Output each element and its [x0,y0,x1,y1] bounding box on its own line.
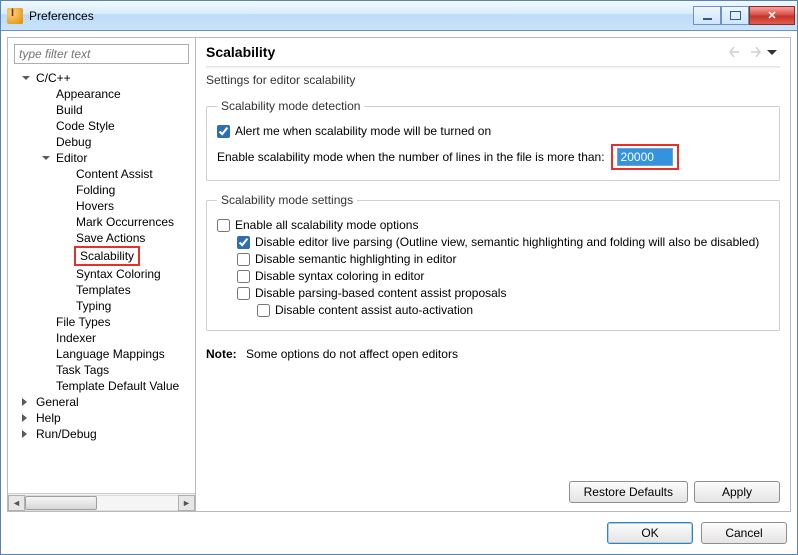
detection-legend: Scalability mode detection [217,99,364,113]
forward-icon[interactable] [746,44,762,60]
threshold-input[interactable] [617,148,673,166]
tree-item-mark-occurrences[interactable]: Mark Occurrences [12,214,195,230]
tree-item-language-mappings[interactable]: Language Mappings [12,346,195,362]
filter-container [14,44,189,64]
sidebar: C/C++AppearanceBuildCode StyleDebugEdito… [8,38,196,511]
disable-syntax-row: Disable syntax coloring in editor [217,269,769,283]
scroll-right-icon[interactable]: ► [178,495,195,511]
disable-autoact-row: Disable content assist auto-activation [217,303,769,317]
tree-item-save-actions[interactable]: Save Actions [12,230,195,246]
tree-hscrollbar[interactable]: ◄ ► [8,493,195,511]
alert-checkbox[interactable] [217,125,230,138]
tree-item-indexer[interactable]: Indexer [12,330,195,346]
tree-item-code-style[interactable]: Code Style [12,118,195,134]
tree-item-c-c-[interactable]: C/C++ [12,70,195,86]
settings-group: Scalability mode settings Enable all sca… [206,193,780,331]
minimize-button[interactable] [693,6,721,25]
window-buttons [693,6,795,25]
disable-sem-row: Disable semantic highlighting in editor [217,252,769,266]
threshold-row: Enable scalability mode when the number … [217,144,769,170]
disable-live-row: Disable editor live parsing (Outline vie… [217,235,769,249]
disable-live-label: Disable editor live parsing (Outline vie… [255,235,759,249]
page-header: Scalability [206,42,780,66]
alert-label: Alert me when scalability mode will be t… [235,124,491,138]
disable-parsing-checkbox[interactable] [237,287,250,300]
dialog-button-row: OK Cancel [7,512,791,548]
tree-item-typing[interactable]: Typing [12,298,195,314]
scroll-left-icon[interactable]: ◄ [8,495,25,511]
page-button-row: Restore Defaults Apply [206,467,780,503]
enable-all-label: Enable all scalability mode options [235,218,418,232]
ok-button[interactable]: OK [607,522,693,544]
tree-item-template-default-value[interactable]: Template Default Value [12,378,195,394]
maximize-button[interactable] [721,6,749,25]
close-button[interactable] [749,6,795,25]
enable-all-row: Enable all scalability mode options [217,218,769,232]
disable-autoact-label: Disable content assist auto-activation [275,303,473,317]
back-icon[interactable] [728,44,744,60]
tree-item-appearance[interactable]: Appearance [12,86,195,102]
apply-button[interactable]: Apply [694,481,780,503]
cancel-button[interactable]: Cancel [701,522,787,544]
alert-row: Alert me when scalability mode will be t… [217,124,769,138]
dialog-body: C/C++AppearanceBuildCode StyleDebugEdito… [1,31,797,554]
tree-item-debug[interactable]: Debug [12,134,195,150]
scroll-thumb[interactable] [25,496,97,510]
disable-syntax-label: Disable syntax coloring in editor [255,269,424,283]
tree-item-file-types[interactable]: File Types [12,314,195,330]
header-divider [206,66,780,69]
threshold-label: Enable scalability mode when the number … [217,150,605,164]
disable-parsing-row: Disable parsing-based content assist pro… [217,286,769,300]
titlebar: Preferences [1,1,797,31]
tree-item-scalability[interactable]: Scalability [12,246,195,266]
tree-item-folding[interactable]: Folding [12,182,195,198]
tree-item-hovers[interactable]: Hovers [12,198,195,214]
preferences-tree[interactable]: C/C++AppearanceBuildCode StyleDebugEdito… [8,68,195,493]
tree-item-build[interactable]: Build [12,102,195,118]
disable-sem-label: Disable semantic highlighting in editor [255,252,456,266]
note-text: Some options do not affect open editors [246,347,458,361]
window-title: Preferences [29,9,693,23]
note-row: Note: Some options do not affect open ed… [206,347,780,361]
scroll-track[interactable] [25,495,178,511]
disable-live-checkbox[interactable] [237,236,250,249]
note-prefix: Note: [206,347,237,361]
filter-input[interactable] [14,44,189,64]
tree-item-general[interactable]: General [12,394,195,410]
disable-syntax-checkbox[interactable] [237,270,250,283]
page-title: Scalability [206,44,726,60]
restore-defaults-button[interactable]: Restore Defaults [569,481,688,503]
detection-group: Scalability mode detection Alert me when… [206,99,780,181]
app-icon [7,8,23,24]
tree-item-task-tags[interactable]: Task Tags [12,362,195,378]
tree-item-templates[interactable]: Templates [12,282,195,298]
threshold-highlight [611,144,679,170]
menu-dropdown-icon[interactable] [764,44,780,60]
tree-item-syntax-coloring[interactable]: Syntax Coloring [12,266,195,282]
disable-sem-checkbox[interactable] [237,253,250,266]
enable-all-checkbox[interactable] [217,219,230,232]
content-split: C/C++AppearanceBuildCode StyleDebugEdito… [7,37,791,512]
tree-item-editor[interactable]: Editor [12,150,195,166]
page-subtitle: Settings for editor scalability [206,73,780,87]
disable-autoact-checkbox[interactable] [257,304,270,317]
tree-item-run-debug[interactable]: Run/Debug [12,426,195,442]
tree-item-content-assist[interactable]: Content Assist [12,166,195,182]
page-panel: Scalability Settings for editor scalabil… [196,38,790,511]
tree-item-label: Scalability [74,246,140,266]
disable-parsing-label: Disable parsing-based content assist pro… [255,286,506,300]
settings-legend: Scalability mode settings [217,193,357,207]
tree-item-help[interactable]: Help [12,410,195,426]
